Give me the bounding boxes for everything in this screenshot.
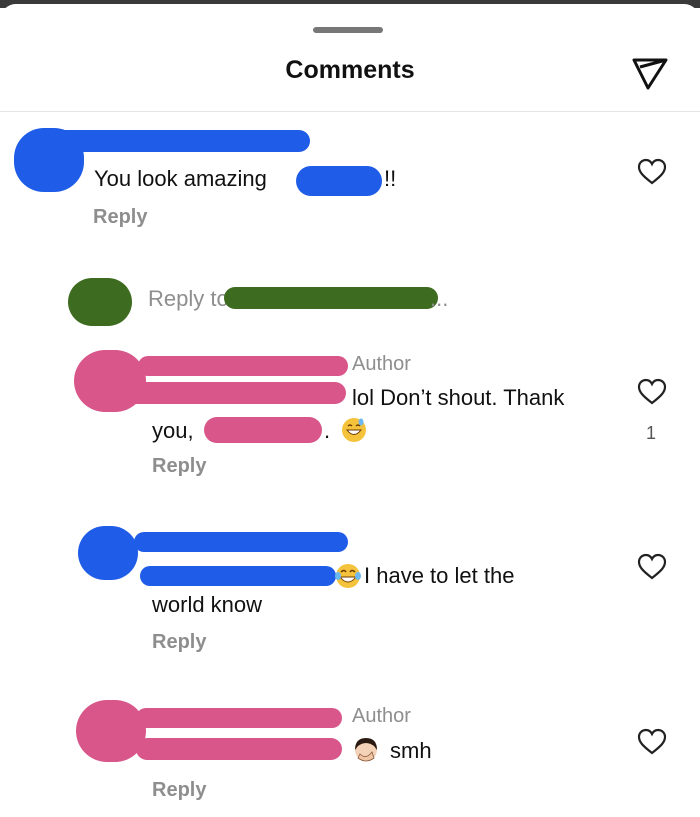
- ellipsis: ...: [430, 286, 449, 311]
- comment-text: smh: [390, 738, 432, 763]
- redacted-username-2: [140, 566, 336, 586]
- grin-sweat-emoji: [342, 418, 366, 442]
- send-icon[interactable]: [630, 54, 670, 92]
- heart-icon[interactable]: [637, 158, 667, 186]
- redacted-username[interactable]: [136, 708, 342, 728]
- author-badge: Author: [352, 353, 411, 375]
- comment-text-line1: I have to let the: [364, 563, 515, 588]
- avatar[interactable]: [68, 278, 132, 326]
- reply-button[interactable]: Reply: [152, 631, 206, 654]
- redacted-username[interactable]: [138, 356, 348, 376]
- comment-text: You look amazing: [94, 166, 267, 191]
- redacted-username[interactable]: [134, 532, 348, 552]
- author-badge: Author: [352, 705, 411, 727]
- comment-text-line2: you,: [152, 418, 194, 443]
- heart-icon[interactable]: [637, 378, 667, 406]
- reply-button[interactable]: Reply: [152, 779, 206, 802]
- redacted-mention: [204, 417, 322, 443]
- facepalm-emoji: [355, 738, 377, 762]
- redacted-username: [224, 287, 438, 309]
- comment-text-tail: .: [324, 418, 331, 443]
- drag-handle[interactable]: [313, 27, 383, 33]
- reply-button[interactable]: Reply: [93, 206, 147, 229]
- comment-text-suffix: !!: [384, 166, 397, 191]
- comment-text-line2: world know: [152, 592, 263, 617]
- header-divider: [0, 111, 700, 112]
- redacted-username[interactable]: [40, 130, 310, 152]
- heart-icon[interactable]: [637, 553, 667, 581]
- avatar[interactable]: [76, 700, 146, 762]
- like-count: 1: [646, 423, 657, 443]
- redacted-username-2: [118, 382, 346, 404]
- reply-button[interactable]: Reply: [152, 455, 206, 478]
- page-title: Comments: [285, 56, 415, 84]
- redacted-username-2: [136, 738, 342, 760]
- redacted-mention: [296, 166, 382, 196]
- heart-icon[interactable]: [637, 728, 667, 756]
- reply-to-label[interactable]: Reply to: [148, 286, 229, 312]
- tears-of-joy-emoji: [335, 564, 361, 588]
- avatar[interactable]: [78, 526, 138, 580]
- comment-text-line1: lol Don’t shout. Thank: [352, 385, 565, 410]
